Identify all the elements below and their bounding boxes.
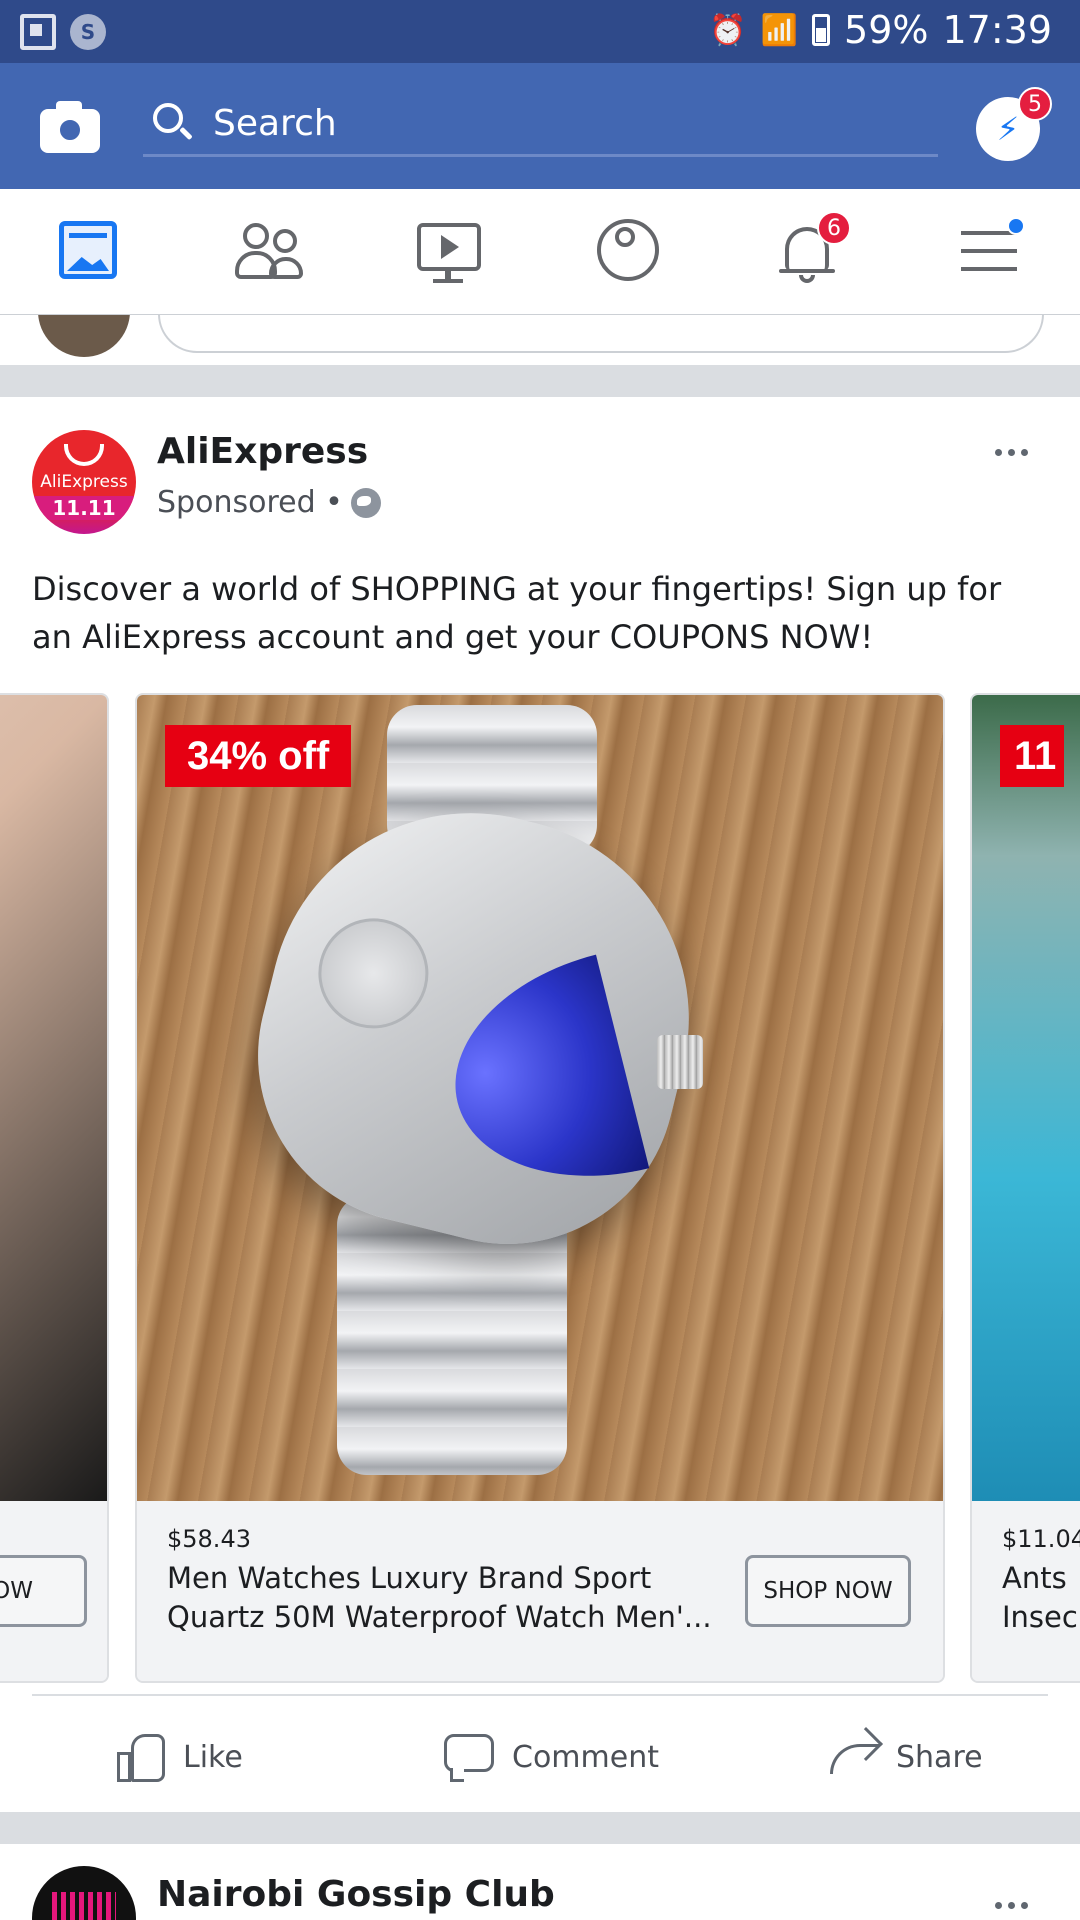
alarm-icon: ⏰ [709, 12, 747, 48]
watch-case [222, 770, 732, 1280]
shop-now-button[interactable]: SHOP NOW [745, 1555, 911, 1627]
product-price: $58.43 [167, 1525, 251, 1553]
messenger-badge: 5 [1018, 87, 1052, 121]
tab-menu[interactable] [955, 217, 1025, 287]
post-author[interactable]: Nairobi Gossip Club [157, 1874, 555, 1915]
avatar-brand: AliExpress [40, 472, 128, 492]
product-title[interactable]: Men Watches Luxury Brand Sport Quartz 50… [167, 1559, 727, 1637]
carousel-card-next[interactable]: 11 $11.04 Ants Insec [970, 693, 1080, 1683]
battery-level: 59% [844, 8, 929, 52]
avatar-sale: 11.11 [32, 496, 136, 520]
more-options-button[interactable] [986, 1890, 1036, 1920]
sponsored-post: AliExpress 11.11 AliExpress Sponsored • … [0, 397, 1080, 1812]
notifications-badge: 6 [817, 211, 851, 245]
watch-dial [431, 954, 650, 1210]
camera-icon[interactable] [40, 99, 100, 153]
flipboard-icon [20, 14, 56, 50]
comment-button[interactable]: Comment [444, 1727, 659, 1787]
tab-friends[interactable] [235, 217, 305, 287]
watch-subdial [306, 906, 441, 1041]
comment-label: Comment [512, 1739, 659, 1775]
post-author[interactable]: AliExpress [157, 431, 368, 472]
status-left: S [20, 14, 106, 50]
battery-icon [812, 14, 831, 46]
top-header: ⚡ 5 [0, 63, 1080, 189]
feed-divider [0, 365, 1080, 397]
card-footer: $58.43 Men Watches Luxury Brand Sport Qu… [137, 1501, 943, 1681]
sponsored-label: Sponsored • [157, 485, 343, 520]
actions-divider [32, 1694, 1048, 1696]
post-avatar[interactable]: AliExpress 11.11 [32, 430, 136, 534]
globe-icon [350, 487, 381, 518]
product-image[interactable] [0, 695, 107, 1501]
feed-divider [0, 1812, 1080, 1844]
carousel-card-main[interactable]: 34% off $58.43 Men Watches Luxury Brand … [135, 693, 945, 1683]
search-input[interactable] [213, 101, 913, 145]
product-carousel[interactable]: NOW 34% off $58.43 Men Watches Luxury Br… [0, 693, 1080, 1683]
share-icon [826, 1727, 883, 1782]
comment-icon [444, 1732, 496, 1782]
next-post: Nairobi Gossip Club [0, 1844, 1080, 1920]
carousel-card-prev[interactable]: NOW [0, 693, 109, 1683]
product-image[interactable]: 34% off [137, 695, 943, 1501]
menu-notification-dot [1007, 217, 1025, 235]
discount-badge: 11 [1000, 725, 1065, 787]
status-bar: S ⏰ 📶 59% 17:39 [0, 0, 1080, 63]
card-footer: $11.04 Ants Insec [972, 1501, 1080, 1681]
share-button[interactable]: Share [826, 1727, 983, 1787]
search-bar[interactable] [143, 95, 938, 157]
post-text: Discover a world of SHOPPING at your fin… [32, 570, 1002, 656]
shop-now-button[interactable]: NOW [0, 1555, 87, 1627]
shopping-bag-icon [64, 444, 104, 466]
like-button[interactable]: Like [117, 1727, 243, 1787]
product-title[interactable]: Ants Insec [1002, 1559, 1080, 1637]
thumbs-up-icon [117, 1732, 167, 1782]
composer-remnant [0, 315, 1080, 365]
tab-news-feed[interactable] [55, 217, 125, 287]
post-meta: Sponsored • [157, 485, 381, 520]
like-label: Like [183, 1739, 243, 1775]
product-image[interactable]: 11 [972, 695, 1080, 1501]
watch-crown [657, 1035, 703, 1089]
card-footer: NOW [0, 1501, 107, 1681]
nav-tabs: 6 [0, 189, 1080, 315]
equalizer-logo [52, 1892, 116, 1920]
tab-watch[interactable] [415, 217, 485, 287]
wifi-icon: 📶 [760, 12, 799, 48]
tab-notifications[interactable]: 6 [775, 211, 851, 287]
user-avatar[interactable] [38, 315, 130, 357]
composer-input[interactable] [158, 315, 1044, 353]
search-icon [153, 103, 193, 141]
more-options-button[interactable] [986, 437, 1036, 467]
clock: 17:39 [942, 8, 1052, 52]
tab-profile[interactable] [595, 217, 665, 287]
discount-badge: 34% off [165, 725, 352, 787]
share-label: Share [896, 1739, 983, 1775]
status-right: ⏰ 📶 59% 17:39 [709, 8, 1052, 52]
shazam-icon: S [70, 14, 106, 50]
product-price: $11.04 [1002, 1525, 1080, 1553]
post-avatar[interactable] [32, 1866, 136, 1920]
